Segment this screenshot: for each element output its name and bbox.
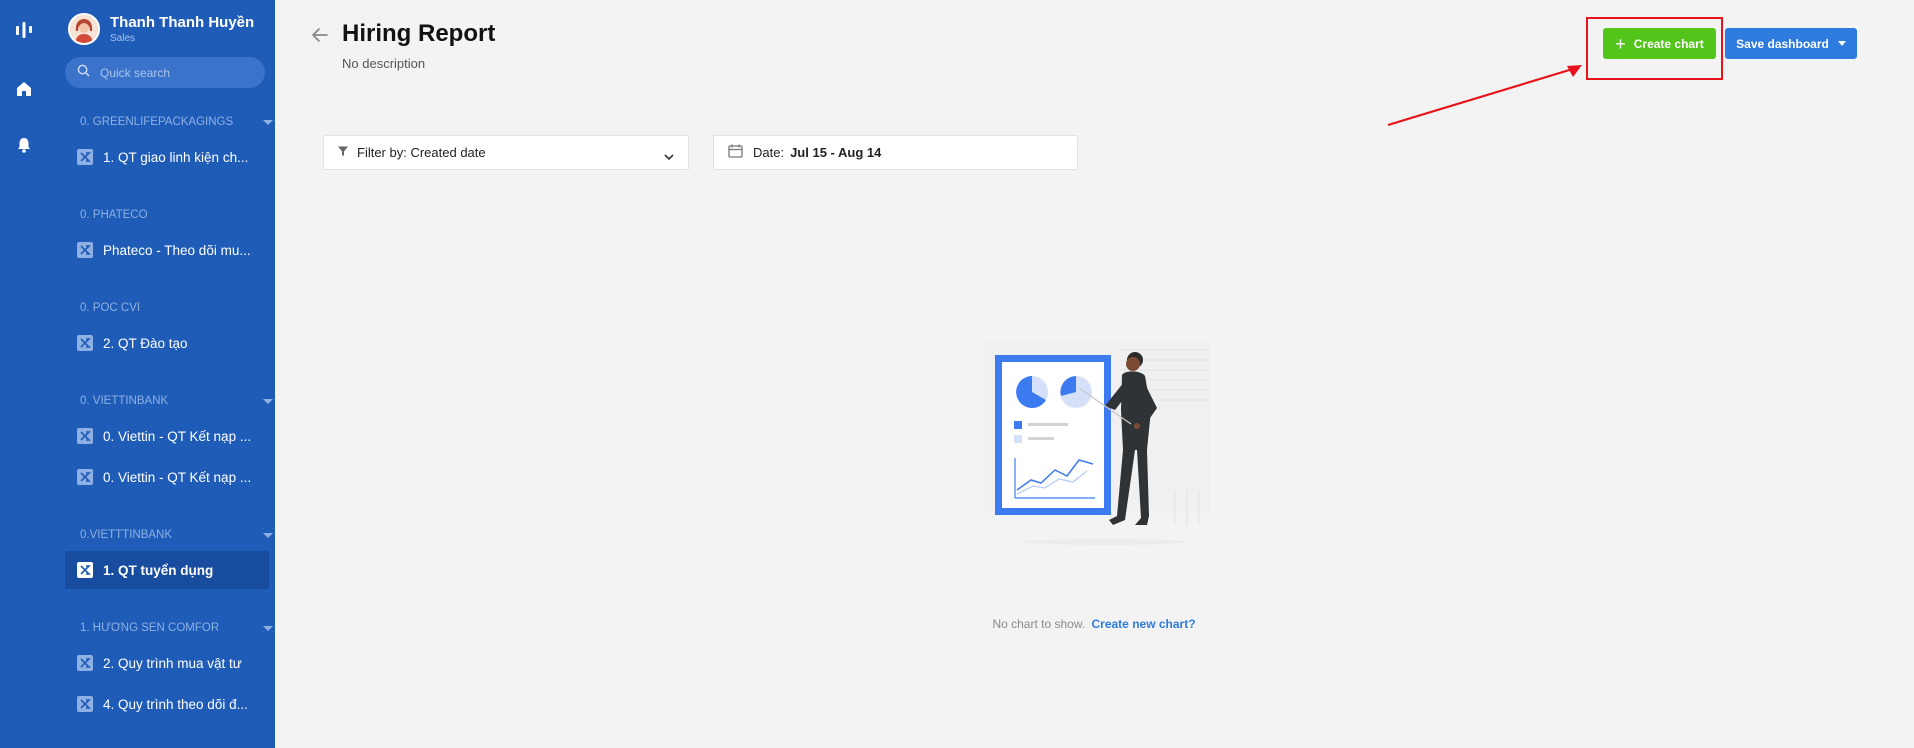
user-name: Thanh Thanh Huyền [110,14,255,31]
process-icon [77,696,93,712]
sidebar-item-active[interactable]: 1. QT tuyển dụng [65,551,269,589]
sidebar-item[interactable]: 0. Viettin - QT Kết nạp ... [65,458,269,496]
group-label: 0. GREENLIFEPACKAGINGS [80,116,234,128]
bell-icon[interactable] [12,133,36,157]
group-label: 0. POC CVI [80,302,141,314]
chevron-down-icon [664,149,674,164]
sidebar-item-label: 1. QT tuyển dụng [103,562,214,578]
search-box [65,57,265,88]
search-icon [77,64,90,82]
process-icon [77,335,93,351]
sidebar-group[interactable]: 0. GREENLIFEPACKAGINGS [80,116,275,128]
page-title: Hiring Report [342,20,496,47]
sidebar-item-label: 2. Quy trình mua vật tư [103,655,242,671]
sidebar-item[interactable]: 2. QT Đào tạo [65,324,269,362]
date-label: Date: [753,145,785,160]
annotation-highlight-box [1586,17,1723,80]
avatar [68,13,100,45]
process-icon [77,655,93,671]
create-new-chart-link[interactable]: Create new chart? [1092,617,1196,631]
caret-down-icon [1837,41,1846,46]
sidebar: Thanh Thanh Huyền Sales 0. GREENLIFEPACK… [48,0,275,748]
date-value: Jul 15 - Aug 14 [790,145,882,160]
page-description[interactable]: No description [342,56,425,71]
caret-down-icon [263,533,273,538]
sidebar-item-label: 0. Viettin - QT Kết nạp ... [103,469,252,485]
group-label: 0. PHATECO [80,209,148,221]
user-role: Sales [110,33,136,44]
logo-icon[interactable] [12,18,36,42]
process-icon [77,242,93,258]
group-label: 0. VIETTINBANK [80,395,169,407]
sidebar-group[interactable]: 0. VIETTINBANK [80,395,275,407]
empty-state-text: No chart to show. [992,617,1086,631]
sidebar-group[interactable]: 0. PHATECO [80,209,275,221]
empty-state-illustration [985,342,1210,545]
home-icon[interactable] [12,77,36,101]
process-icon [77,149,93,165]
sidebar-item-label: 1. QT giao linh kiện ch... [103,149,249,165]
icon-rail [0,0,48,748]
filter-icon [337,145,349,160]
empty-state-message: No chart to show. Create new chart? [0,617,1914,631]
search-input[interactable] [100,65,250,80]
date-range-picker[interactable]: Date: Jul 15 - Aug 14 [713,135,1078,170]
sidebar-item[interactable]: 4. Quy trình theo dõi đ... [65,685,269,723]
process-icon [77,562,93,578]
annotation-arrow [1387,65,1582,127]
sidebar-item[interactable]: 0. Viettin - QT Kết nạp ... [65,417,269,455]
sidebar-group[interactable]: 0. POC CVI [80,302,275,314]
sidebar-item-label: 0. Viettin - QT Kết nạp ... [103,428,252,444]
group-label: 0.VIETTTINBANK [80,529,173,541]
sidebar-group[interactable]: 0.VIETTTINBANK [80,529,275,541]
save-dashboard-button[interactable]: Save dashboard [1725,28,1857,59]
filter-dropdown[interactable]: Filter by: Created date [323,135,689,170]
process-icon [77,428,93,444]
back-arrow-icon[interactable] [309,24,331,46]
sidebar-item-label: Phateco - Theo dõi mu... [103,242,251,258]
user-profile[interactable]: Thanh Thanh Huyền Sales [68,12,254,46]
caret-down-icon [263,120,273,125]
process-icon [77,469,93,485]
sidebar-item-label: 2. QT Đào tạo [103,335,188,351]
calendar-icon [728,144,743,161]
save-dashboard-label: Save dashboard [1736,36,1829,51]
sidebar-item-label: 4. Quy trình theo dõi đ... [103,696,248,712]
filter-label: Filter by: Created date [357,145,486,160]
sidebar-item[interactable]: 2. Quy trình mua vật tư [65,644,269,682]
sidebar-item[interactable]: 1. QT giao linh kiện ch... [65,138,269,176]
sidebar-item[interactable]: Phateco - Theo dõi mu... [65,231,269,269]
caret-down-icon [263,399,273,404]
